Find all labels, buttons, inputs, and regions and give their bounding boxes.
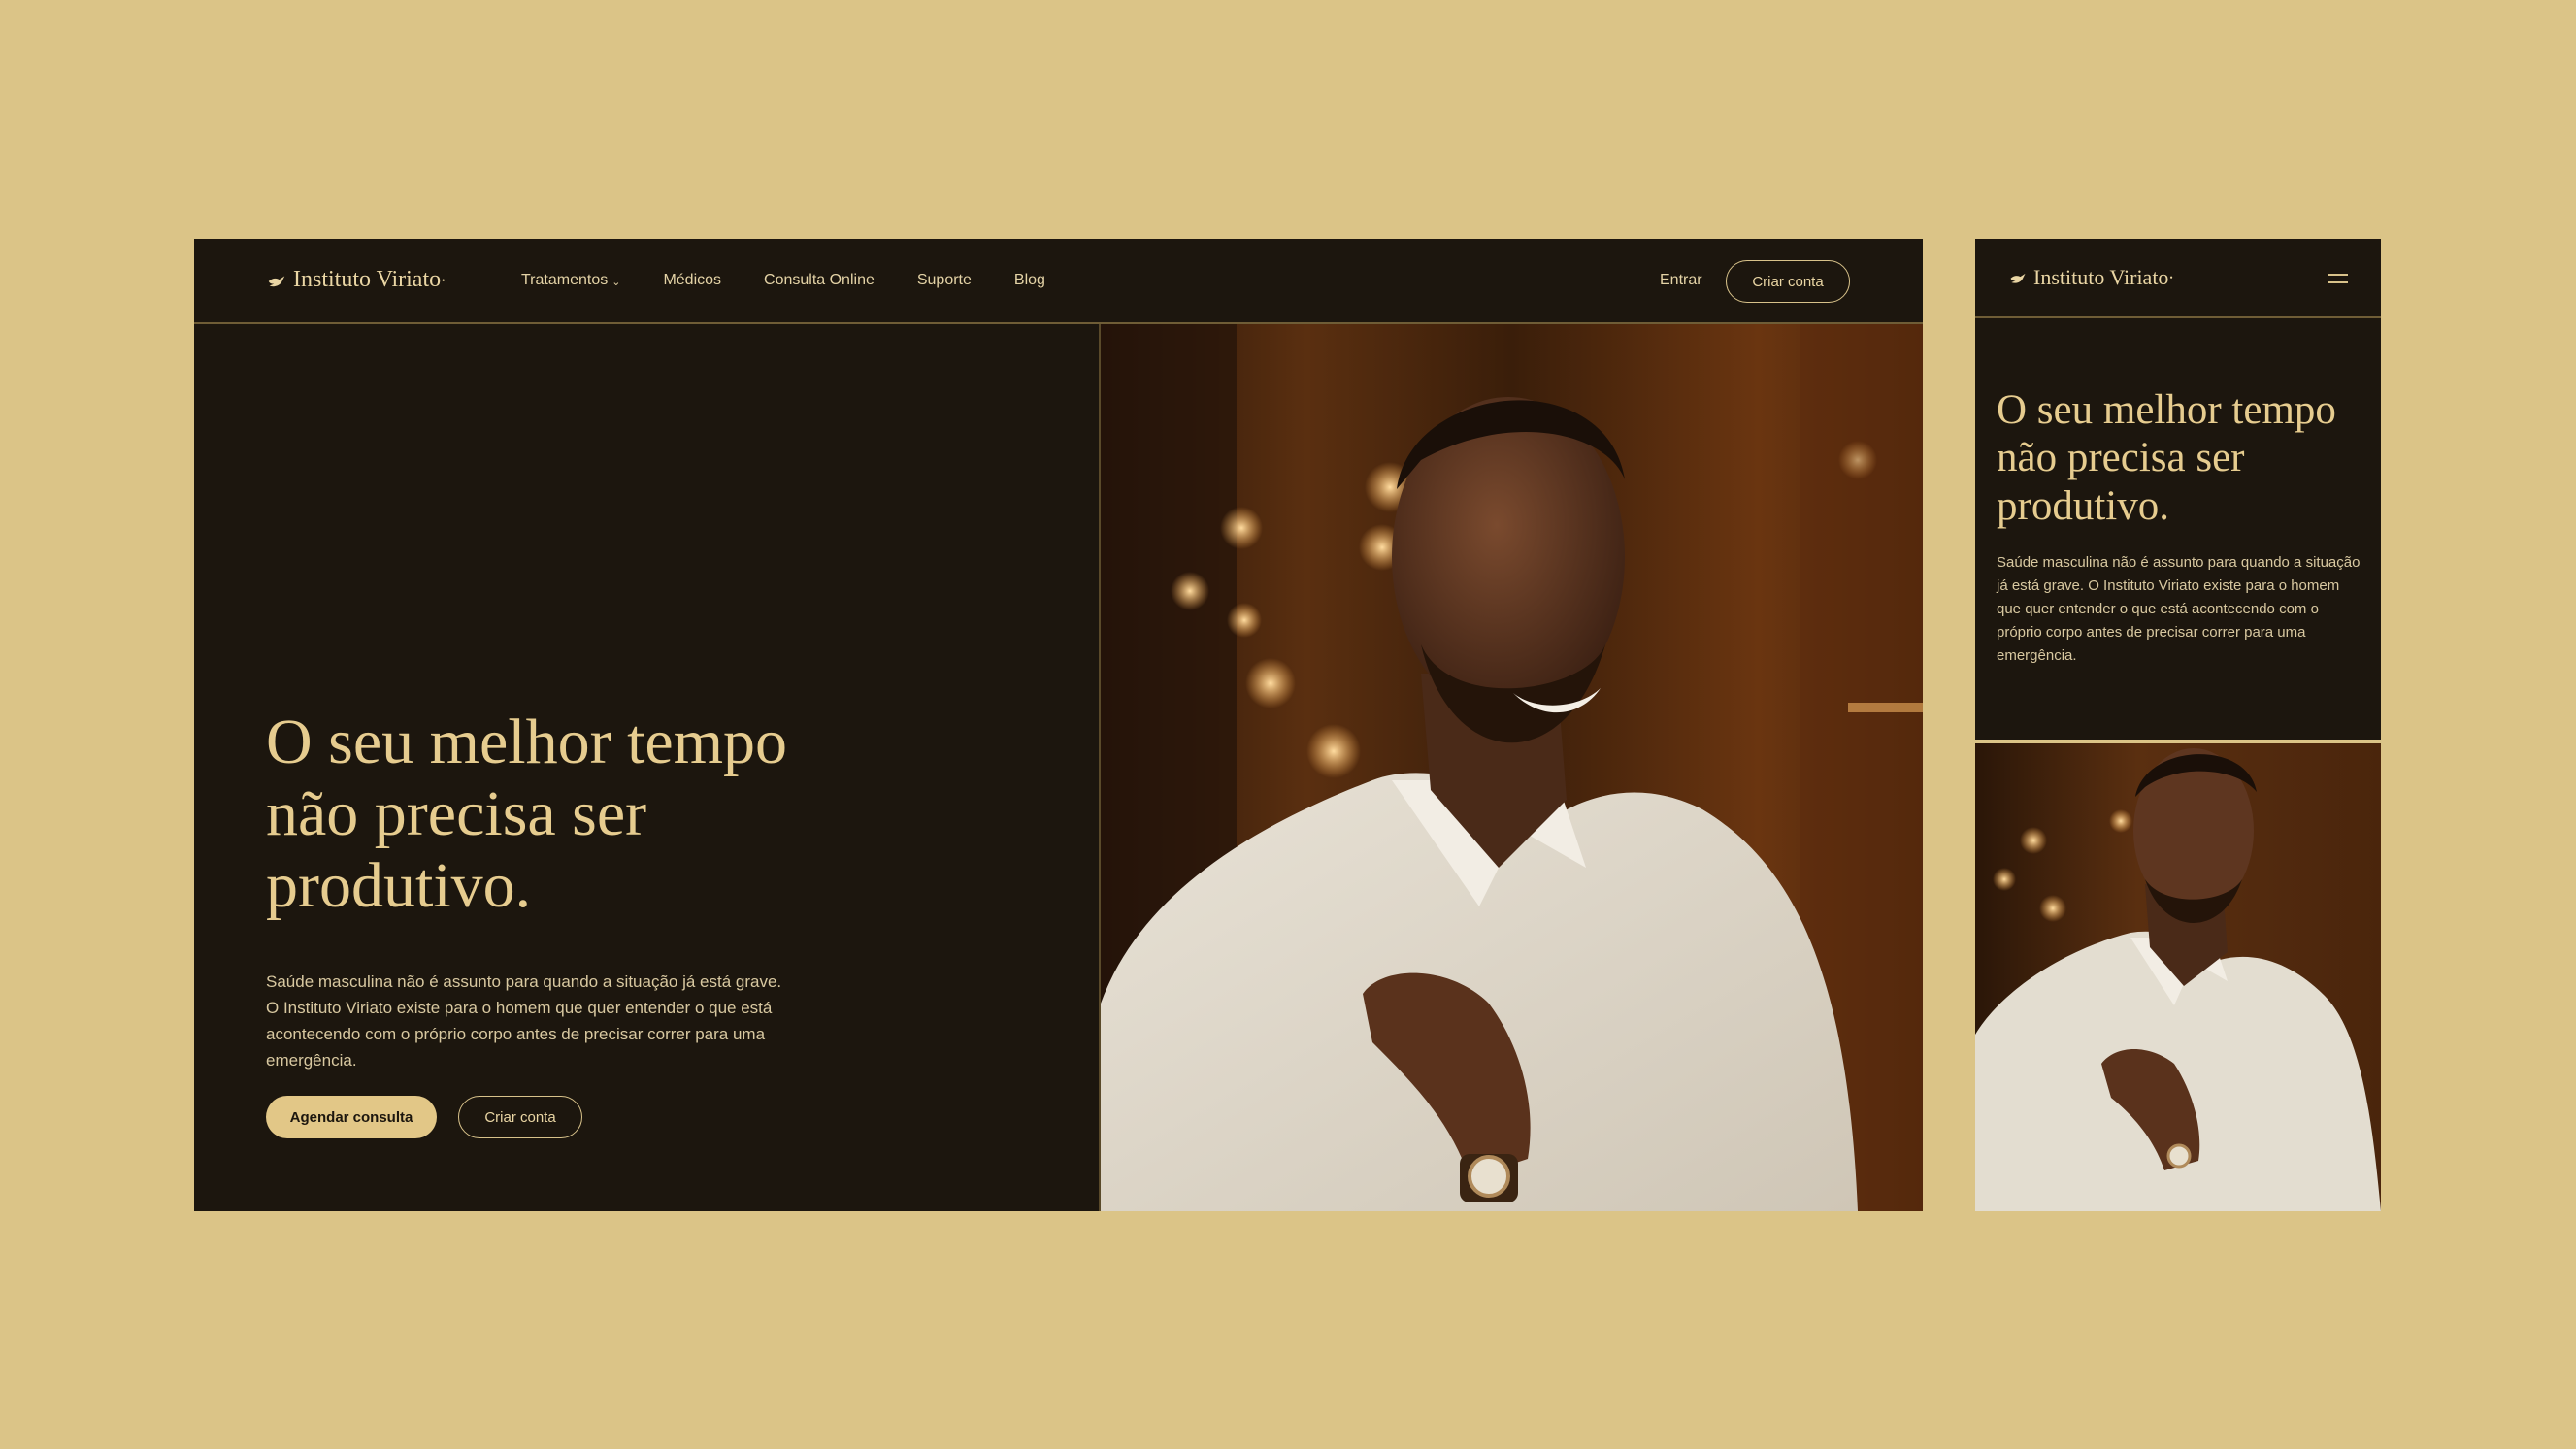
hero-body: Saúde masculina não é assunto para quand…: [266, 972, 782, 1070]
main-menu: Tratamentos ⌄ Médicos Consulta Online Sup…: [521, 272, 1088, 289]
mobile-brand-name: Instituto Viriato: [2033, 265, 2169, 289]
mobile-top-nav: Instituto Viriato •: [1975, 239, 2381, 318]
brand-name: Instituto Viriato: [293, 267, 442, 292]
desktop-mockup: Instituto Viriato • Tratamentos ⌄ Médicos …: [194, 239, 1923, 1211]
nav-item-blog[interactable]: Blog: [1014, 272, 1045, 289]
brand-logo[interactable]: Instituto Viriato •: [266, 267, 445, 293]
hero-headline: O seu melhor tempo não precisa ser produ…: [266, 707, 788, 921]
mobile-brand-logo[interactable]: Instituto Viriato •: [2008, 265, 2173, 290]
nav-item-tratamentos[interactable]: Tratamentos ⌄: [521, 272, 620, 289]
nav-item-consulta-online[interactable]: Consulta Online: [764, 272, 875, 289]
bird-swoosh-icon: [2010, 273, 2026, 283]
create-account-button[interactable]: Criar conta: [458, 1096, 582, 1138]
mobile-mockup: Instituto Viriato • O seu melhor tempo nã…: [1975, 239, 2381, 1211]
nav-item-medicos[interactable]: Médicos: [663, 272, 721, 289]
mobile-hero-body: Saúde masculina não é assunto para quand…: [1997, 554, 2361, 664]
top-nav: Instituto Viriato • Tratamentos ⌄ Médicos …: [194, 239, 1923, 324]
schedule-consultation-button[interactable]: Agendar consulta: [266, 1096, 437, 1138]
mobile-hero-photo: [1975, 743, 2381, 1211]
hamburger-menu-icon[interactable]: [2328, 274, 2348, 285]
mobile-hero-headline: O seu melhor tempo não precisa ser produ…: [1997, 387, 2336, 529]
bird-swoosh-icon: [268, 275, 285, 286]
brand-mark: •: [442, 275, 446, 285]
login-link[interactable]: Entrar: [1660, 272, 1702, 289]
hero-photo: [1101, 324, 1923, 1211]
nav-item-suporte[interactable]: Suporte: [917, 272, 972, 289]
mobile-brand-mark: •: [2169, 273, 2173, 282]
signup-button[interactable]: Criar conta: [1726, 260, 1850, 303]
chevron-down-icon: ⌄: [611, 276, 621, 288]
